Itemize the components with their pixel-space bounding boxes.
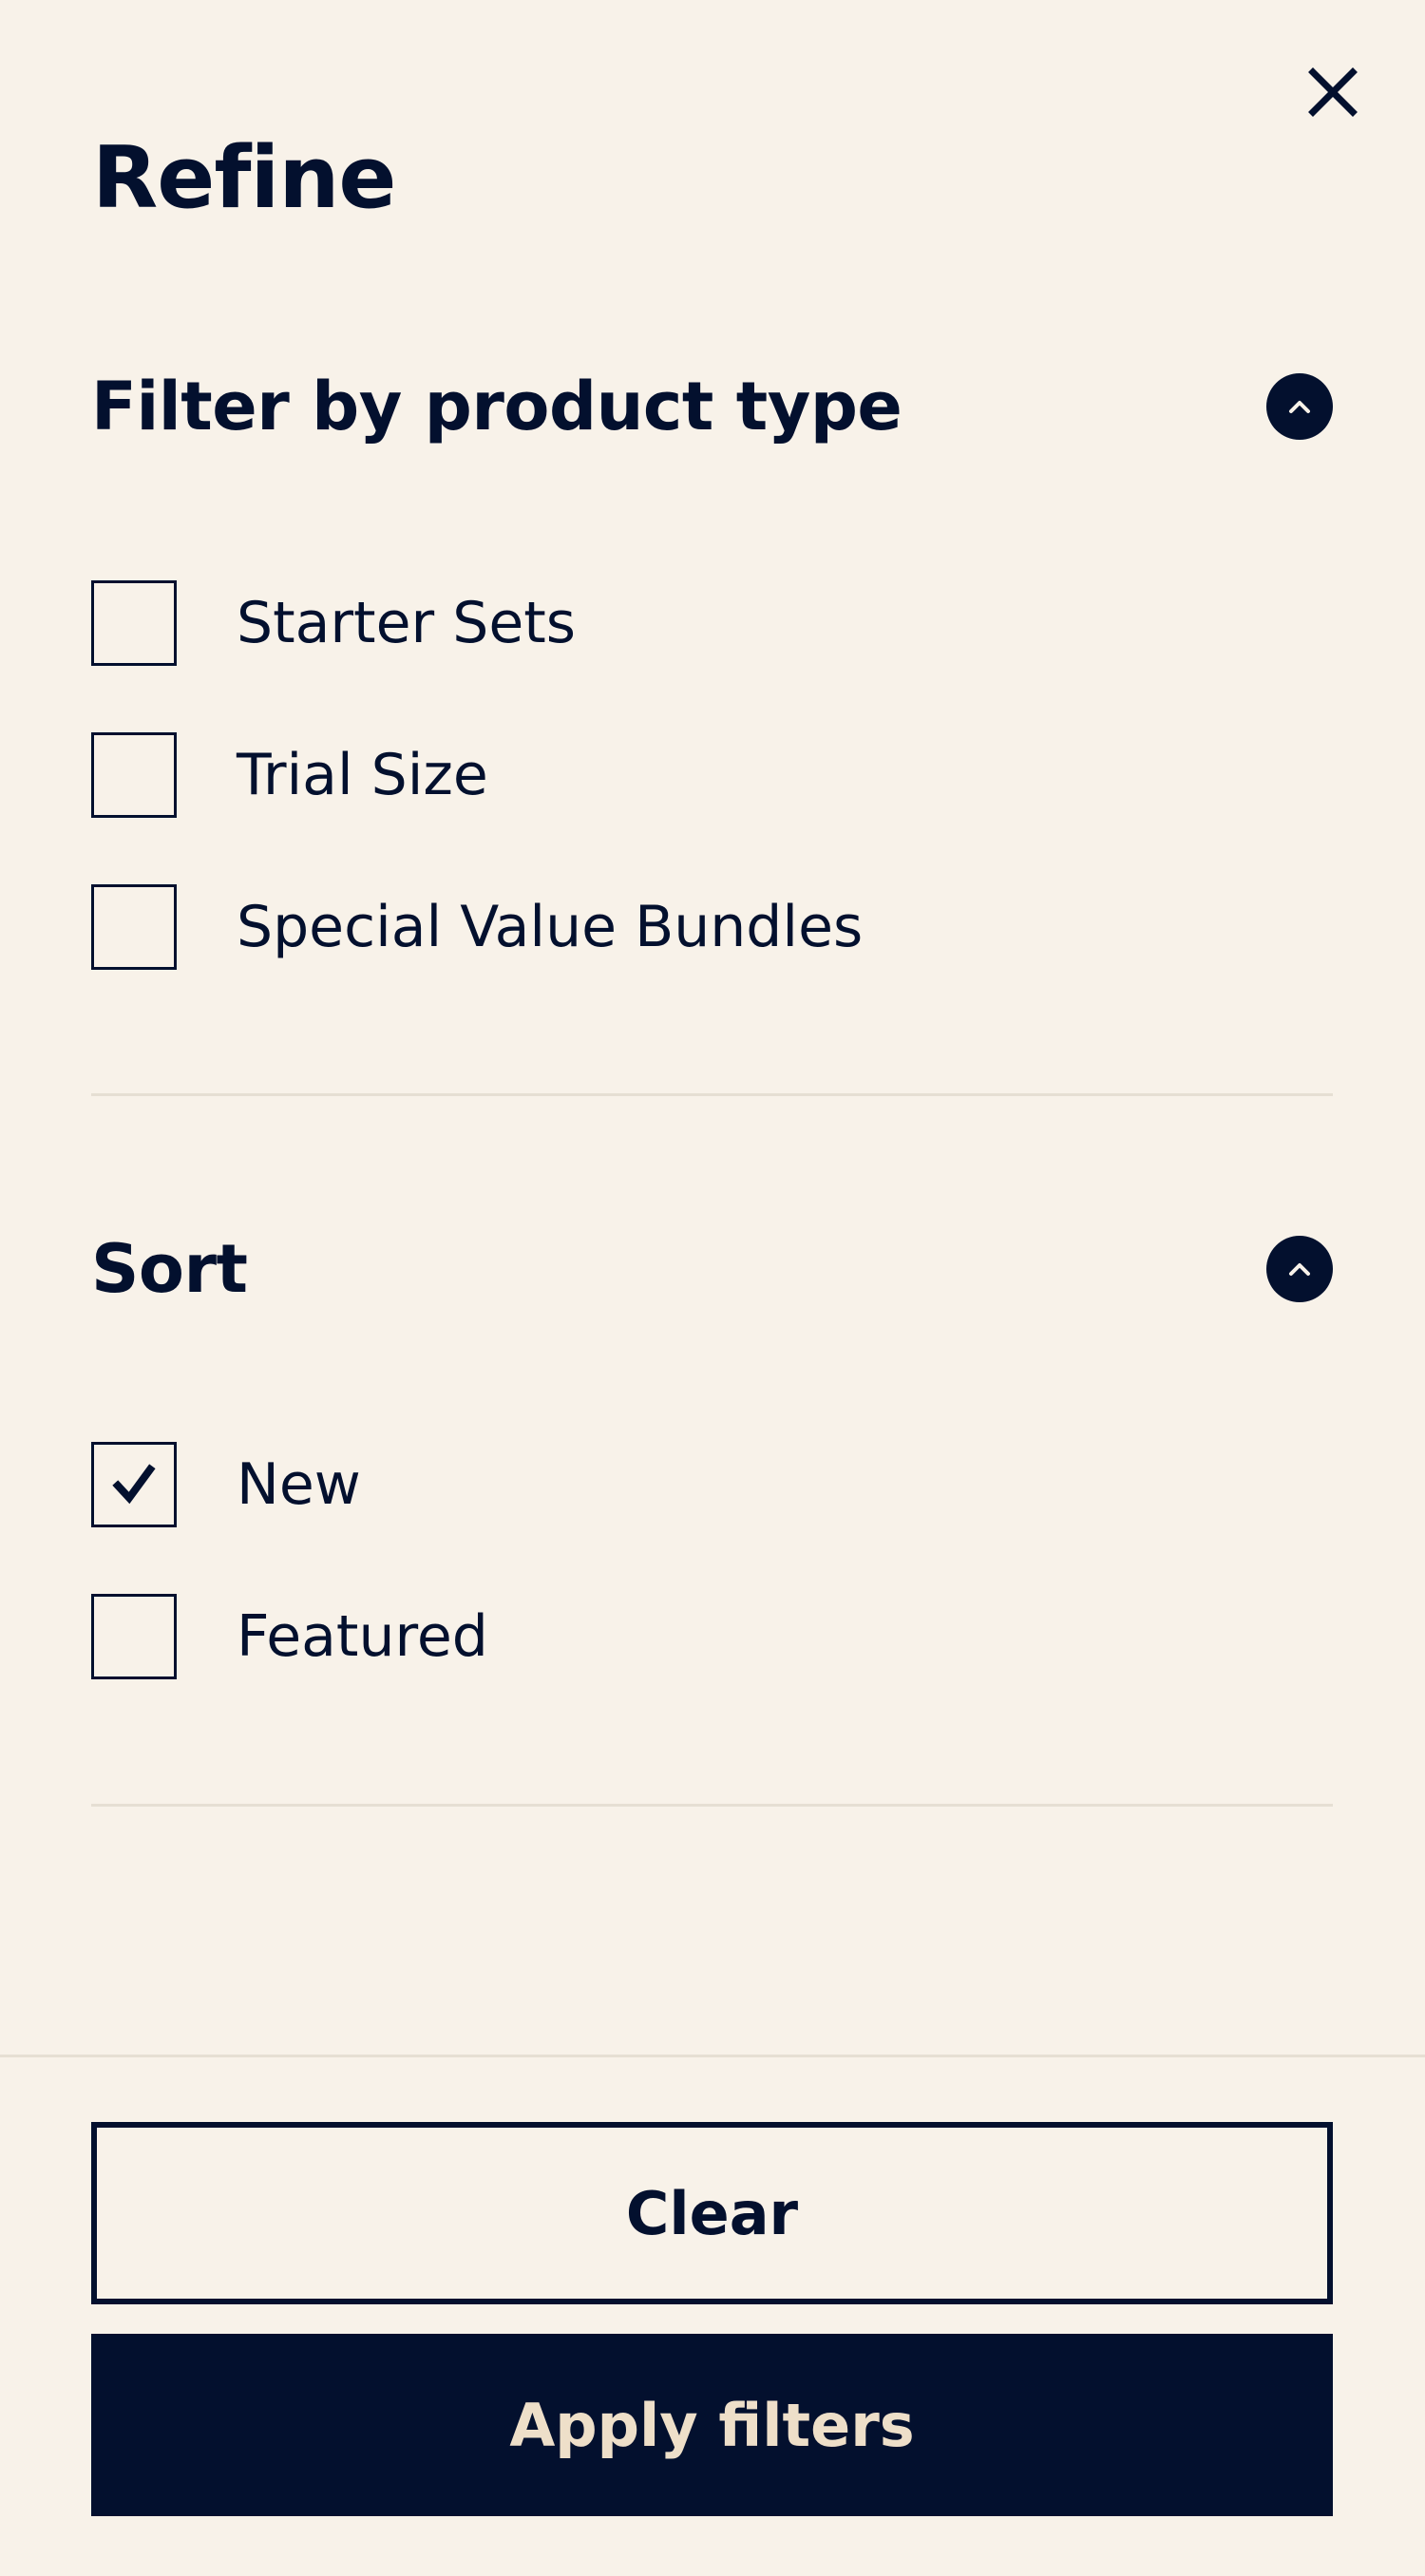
option-starter-sets[interactable]: Starter Sets [91, 578, 576, 669]
option-label: Starter Sets [237, 590, 577, 656]
checkbox[interactable] [91, 580, 177, 666]
chevron-up-icon [1289, 401, 1310, 413]
option-label: Special Value Bundles [237, 894, 864, 960]
chevron-up-icon [1289, 1263, 1310, 1276]
close-icon [1308, 67, 1358, 117]
checkbox[interactable] [91, 884, 177, 970]
sort-header[interactable]: Sort [91, 1231, 1333, 1307]
close-button[interactable] [1307, 66, 1358, 118]
page-title: Refine [92, 128, 396, 228]
checkbox[interactable] [91, 732, 177, 818]
filter-product-type-header[interactable]: Filter by product type [91, 369, 1333, 445]
option-label: Featured [237, 1603, 488, 1670]
section-title: Filter by product type [91, 368, 902, 445]
option-label: New [237, 1451, 361, 1518]
section-divider [91, 1093, 1333, 1096]
checkmark-icon [112, 1464, 156, 1505]
footer-divider [0, 2055, 1425, 2057]
apply-filters-button[interactable]: Apply filters [91, 2334, 1333, 2516]
collapse-toggle-button[interactable] [1266, 1236, 1333, 1302]
option-new[interactable]: New [91, 1439, 361, 1530]
option-label: Trial Size [237, 742, 488, 808]
section-title: Sort [91, 1230, 248, 1308]
checkbox-checked[interactable] [91, 1442, 177, 1527]
clear-button[interactable]: Clear [91, 2122, 1333, 2304]
checkbox[interactable] [91, 1594, 177, 1679]
option-trial-size[interactable]: Trial Size [91, 729, 488, 821]
collapse-toggle-button[interactable] [1266, 373, 1333, 440]
section-divider [91, 1804, 1333, 1807]
option-special-value-bundles[interactable]: Special Value Bundles [91, 881, 863, 973]
option-featured[interactable]: Featured [91, 1591, 488, 1682]
